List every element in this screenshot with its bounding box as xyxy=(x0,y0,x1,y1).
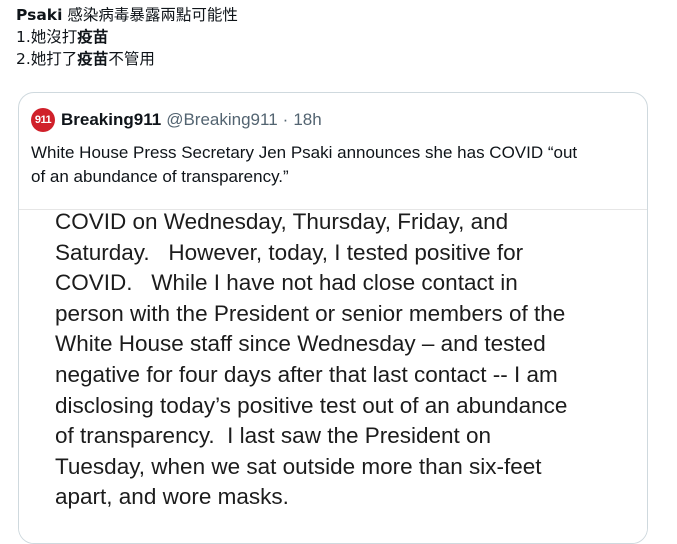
tweet-line-3-tail: 不管用 xyxy=(108,50,155,68)
tweet-text: Psaki 感染病毒暴露兩點可能性 1.她沒打疫苗 2.她打了疫苗不管用 xyxy=(16,4,656,70)
tweet-title-rest: 感染病毒暴露兩點可能性 xyxy=(62,6,238,24)
tweet-line-2-bold: 疫苗 xyxy=(77,28,109,46)
quoted-tweet-text: White House Press Secretary Jen Psaki an… xyxy=(31,141,635,189)
statement-line: COVID. While I have not had close contac… xyxy=(55,270,518,296)
tweet-line-1: Psaki 感染病毒暴露兩點可能性 xyxy=(16,4,656,26)
statement-line: negative for four days after that last c… xyxy=(55,361,558,387)
header-separator: · xyxy=(282,110,289,129)
statement-line: apart, and wore masks. xyxy=(55,484,289,510)
statement-line: White House staff since Wednesday – and … xyxy=(55,331,546,357)
tweet-timestamp[interactable]: 18h xyxy=(293,110,321,130)
statement-line: disclosing today’s positive test out of … xyxy=(55,392,568,418)
tweet-line-3: 2.她打了疫苗不管用 xyxy=(16,48,656,70)
tweet-line-3-bold: 疫苗 xyxy=(77,50,109,68)
statement-line: person with the President or senior memb… xyxy=(55,300,566,326)
quoted-text-line-2: of an abundance of transparency.” xyxy=(31,167,289,186)
tweet-line-2: 1.她沒打疫苗 xyxy=(16,26,656,48)
statement-line: of transparency. I last saw the Presiden… xyxy=(55,423,492,449)
statement-line: Tuesday, when we sat outside more than s… xyxy=(55,453,542,479)
author-handle[interactable]: @Breaking911 xyxy=(166,110,277,130)
tweet-line-3-text: 2.她打了 xyxy=(16,50,78,68)
tweet-line-2-text: 1.她沒打 xyxy=(16,28,78,46)
statement-line: Saturday. However, today, I tested posit… xyxy=(55,239,524,265)
quoted-tweet-header: 911 Breaking911 @Breaking911 · 18h xyxy=(31,107,322,133)
quoted-tweet-card[interactable]: 911 Breaking911 @Breaking911 · 18h White… xyxy=(18,92,648,544)
statement-text: COVID on Wednesday, Thursday, Friday, an… xyxy=(55,209,645,513)
author-name[interactable]: Breaking911 xyxy=(61,110,161,130)
tweet-title-bold: Psaki xyxy=(16,6,63,24)
avatar[interactable]: 911 xyxy=(31,108,55,132)
quoted-text-line-1: White House Press Secretary Jen Psaki an… xyxy=(31,143,578,162)
statement-line: COVID on Wednesday, Thursday, Friday, an… xyxy=(55,209,509,234)
statement-image[interactable]: COVID on Wednesday, Thursday, Friday, an… xyxy=(19,209,647,543)
